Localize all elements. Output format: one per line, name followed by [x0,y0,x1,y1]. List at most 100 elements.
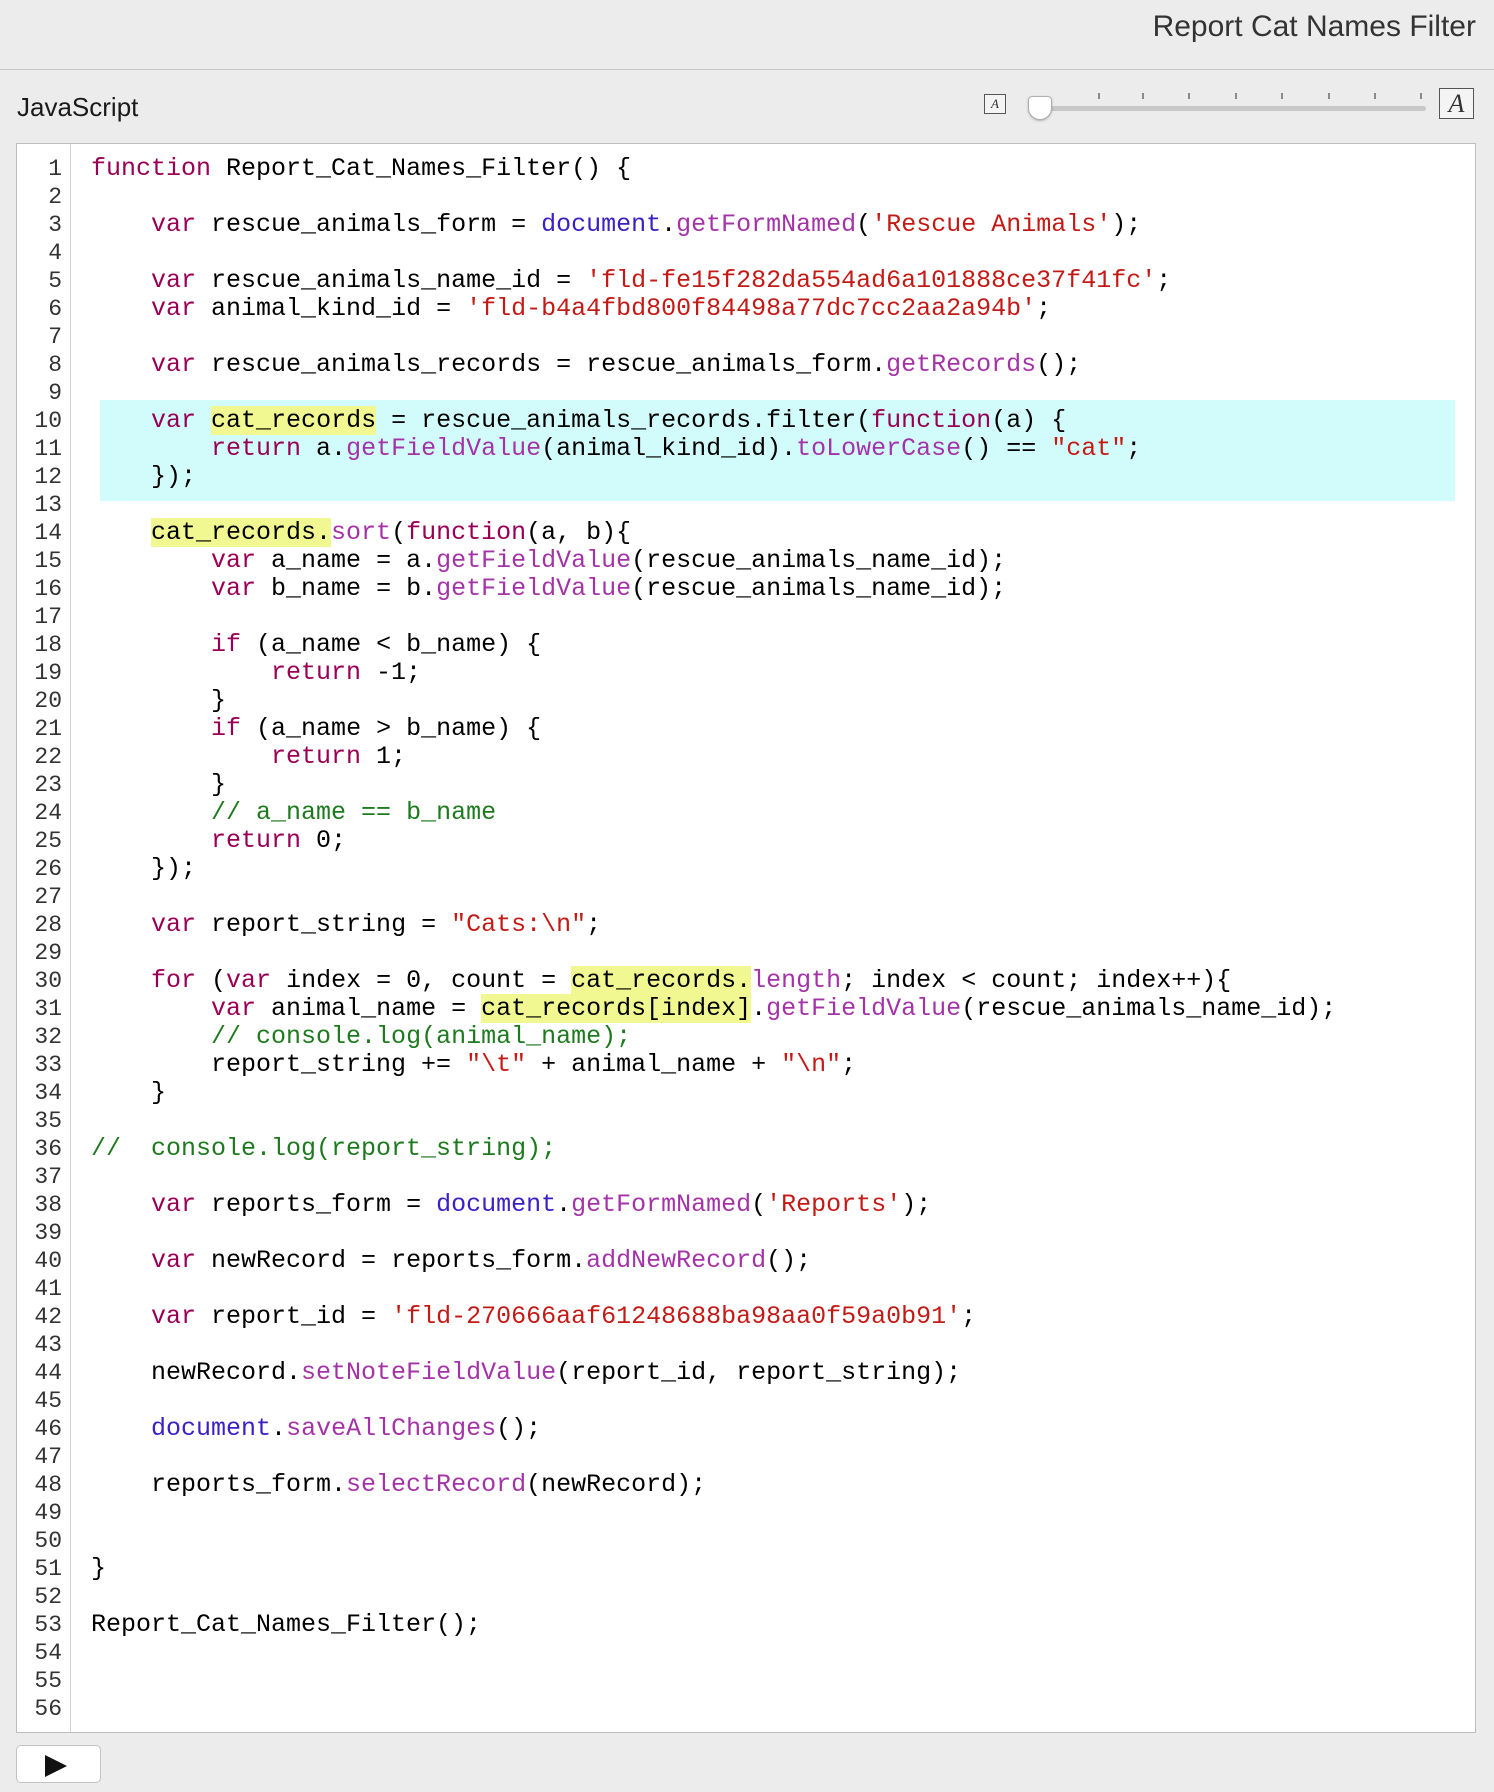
slider-tick [1142,93,1144,99]
code-line[interactable] [91,1527,1336,1555]
code-line[interactable]: }); [91,463,1336,491]
font-size-slider[interactable] [1028,90,1426,120]
code-token: ; [841,1050,857,1079]
code-line[interactable]: } [91,687,1336,715]
code-line[interactable]: cat_records.sort(function(a, b){ [91,518,1336,547]
code-token: newRecord. [91,1358,302,1387]
code-line[interactable] [91,239,1336,267]
code-text[interactable]: function Report_Cat_Names_Filter() { var… [91,155,1336,1723]
font-small-icon[interactable]: A [984,94,1006,114]
code-line[interactable]: } [91,771,1336,799]
code-line[interactable] [91,1583,1336,1611]
line-number: 6 [48,296,62,322]
font-large-icon[interactable]: A [1439,88,1474,119]
line-number: 50 [34,1528,62,1554]
code-token: return [211,826,302,855]
code-line[interactable]: return 0; [91,827,1336,855]
code-token: (rescue_animals_name_id); [631,574,1007,603]
code-line[interactable]: var reports_form = document.getFormNamed… [91,1191,1336,1219]
code-line[interactable]: var animal_name = cat_records[index].get… [91,994,1336,1023]
code-line[interactable]: if (a_name < b_name) { [91,631,1336,659]
code-line[interactable] [91,883,1336,911]
run-button[interactable] [16,1745,101,1783]
code-token: ( [856,210,872,239]
code-line[interactable]: // console.log(animal_name); [91,1023,1336,1051]
code-token: . [271,1414,287,1443]
code-line[interactable] [91,1163,1336,1191]
code-line[interactable]: } [91,1555,1336,1583]
code-line[interactable] [91,1107,1336,1135]
code-line[interactable]: report_string += "\t" + animal_name + "\… [91,1051,1336,1079]
code-line[interactable]: for (var index = 0, count = cat_records.… [91,966,1336,995]
code-line[interactable]: if (a_name > b_name) { [91,715,1336,743]
code-line[interactable] [91,1667,1336,1695]
code-line[interactable]: Report_Cat_Names_Filter(); [91,1611,1336,1639]
code-line[interactable]: var cat_records = rescue_animals_records… [91,406,1336,435]
code-token: return [271,742,362,771]
code-line[interactable]: reports_form.selectRecord(newRecord); [91,1471,1336,1499]
slider-tick [1188,93,1190,99]
code-line[interactable] [91,1639,1336,1667]
line-number: 23 [34,772,62,798]
code-token: = rescue_animals_records.filter( [376,406,872,435]
code-line[interactable]: var rescue_animals_records = rescue_anim… [91,351,1336,379]
code-line[interactable]: return 1; [91,743,1336,771]
code-line[interactable] [91,323,1336,351]
code-token: . [751,994,767,1023]
code-line[interactable] [91,1219,1336,1247]
code-line[interactable]: function Report_Cat_Names_Filter() { [91,155,1336,183]
code-line[interactable] [91,1695,1336,1723]
code-line[interactable]: }); [91,855,1336,883]
code-line[interactable] [91,1499,1336,1527]
line-number: 20 [34,688,62,714]
code-line[interactable]: return -1; [91,659,1336,687]
code-token: Report_Cat_Names_Filter() { [211,154,632,183]
line-number: 55 [34,1668,62,1694]
code-line[interactable] [91,379,1336,407]
code-line[interactable] [91,1331,1336,1359]
code-line[interactable] [91,603,1336,631]
code-token: document [541,210,662,239]
code-editor[interactable]: 1 2 3 4 5 6 7 8 9 10 11 12 13 14 15 16 17 18 19 20 21 22 23 24 2… [16,143,1476,1733]
code-line[interactable]: var b_name = b.getFieldValue(rescue_anim… [91,575,1336,603]
code-line[interactable]: var newRecord = reports_form.addNewRecor… [91,1247,1336,1275]
code-line[interactable] [91,1275,1336,1303]
slider-thumb[interactable] [1028,96,1052,120]
code-token: var [211,574,257,603]
code-line[interactable]: var rescue_animals_form = document.getFo… [91,211,1336,239]
code-line[interactable]: return a.getFieldValue(animal_kind_id).t… [91,435,1336,463]
code-line[interactable] [91,1443,1336,1471]
line-number: 14 [34,520,62,546]
code-line[interactable]: document.saveAllChanges(); [91,1415,1336,1443]
code-line[interactable] [91,939,1336,967]
line-number: 26 [34,856,62,882]
code-line[interactable]: newRecord.setNoteFieldValue(report_id, r… [91,1359,1336,1387]
code-line[interactable]: var animal_kind_id = 'fld-b4a4fbd800f844… [91,295,1336,323]
code-line[interactable] [91,183,1336,211]
code-line[interactable] [91,1387,1336,1415]
code-token: (a) { [991,406,1067,435]
code-line[interactable]: } [91,1079,1336,1107]
line-number: 47 [34,1444,62,1470]
line-number-gutter: 1 2 3 4 5 6 7 8 9 10 11 12 13 14 15 16 17 18 19 20 21 22 23 24 2… [17,144,71,1732]
code-line[interactable]: var rescue_animals_name_id = 'fld-fe15f2… [91,267,1336,295]
code-line[interactable]: // console.log(report_string); [91,1135,1336,1163]
code-token: . [661,210,677,239]
line-number: 24 [34,800,62,826]
code-line[interactable]: var report_id = 'fld-270666aaf61248688ba… [91,1303,1336,1331]
code-line[interactable]: // a_name == b_name [91,799,1336,827]
code-token: "\n" [781,1050,842,1079]
code-line[interactable]: var a_name = a.getFieldValue(rescue_anim… [91,547,1336,575]
code-line[interactable] [91,491,1336,519]
slider-tick [1328,93,1330,99]
line-number: 44 [34,1360,62,1386]
code-line[interactable]: var report_string = "Cats:\n"; [91,911,1336,939]
